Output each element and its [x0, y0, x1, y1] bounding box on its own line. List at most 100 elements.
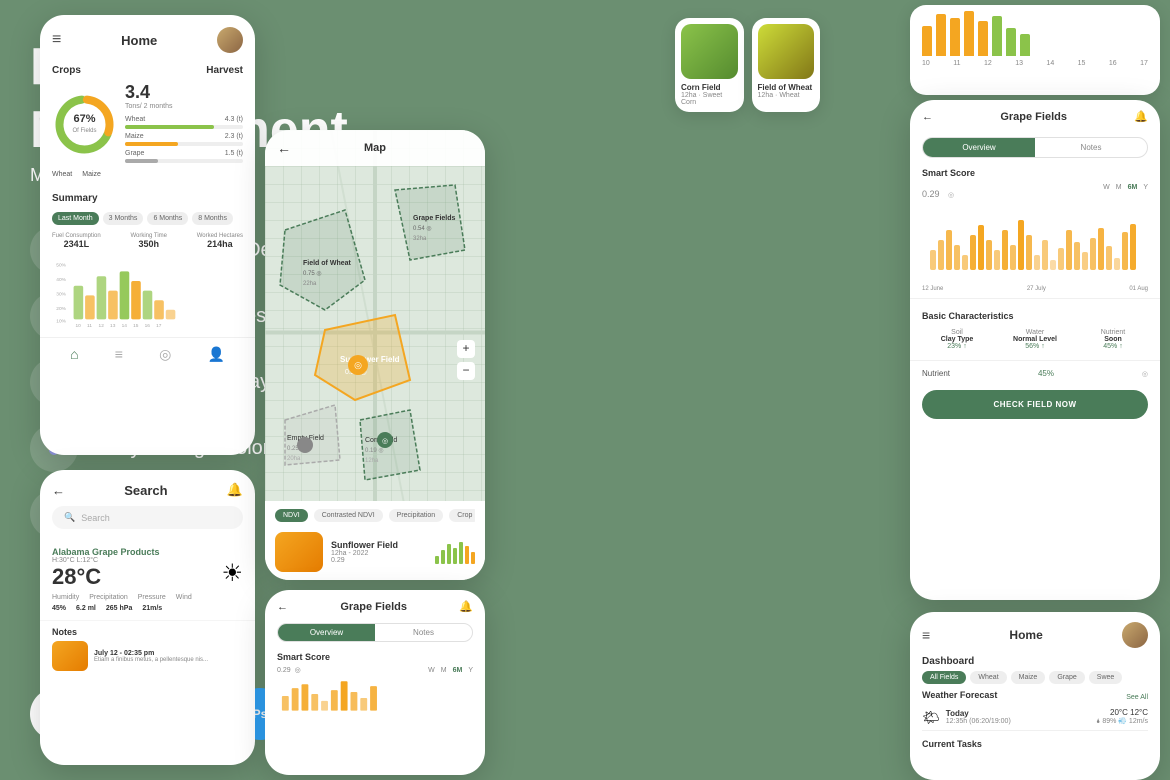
- tab-last-month[interactable]: Last Month: [52, 212, 99, 225]
- sunflower-info: Sunflower Field 12ha - 2022 0.29: [331, 540, 427, 564]
- mtab-ndvi[interactable]: NDVI: [275, 509, 308, 522]
- dashboard-menu-icon[interactable]: ≡: [922, 627, 930, 643]
- bell-icon[interactable]: 🔔: [227, 482, 243, 498]
- period-w[interactable]: W: [1103, 184, 1110, 191]
- filter-maize[interactable]: Maize: [1011, 671, 1046, 684]
- phone-search: ← Search 🔔 🔍 Search Alabama Grape Produc…: [40, 470, 255, 765]
- svg-text:20%: 20%: [56, 306, 66, 312]
- mtab-crop[interactable]: Crop: [449, 509, 475, 522]
- time-stat: Working Time 350h: [130, 233, 167, 249]
- pgb-period-w[interactable]: W: [428, 667, 435, 674]
- tab-3months[interactable]: 3 Months: [103, 212, 144, 225]
- phone-grape: ← Grape Fields 🔔 Overview Notes Smart Sc…: [910, 100, 1160, 600]
- tab-6months[interactable]: 6 Months: [147, 212, 188, 225]
- dashboard-avatar[interactable]: [1122, 622, 1148, 648]
- score-chart-svg: [922, 210, 1148, 280]
- grape-tab-overview[interactable]: Overview: [923, 138, 1035, 157]
- home-bar-chart: 50% 40% 30% 20% 10% 10 11 12 13 14 15 16…: [40, 253, 255, 333]
- pgb-period-tabs[interactable]: W M 6M Y: [428, 667, 473, 674]
- search-title: Search: [124, 483, 167, 498]
- summary-label: Summary: [40, 184, 255, 208]
- see-all-link[interactable]: See All: [1126, 694, 1148, 701]
- nutrient-value: 45%: [1038, 369, 1054, 378]
- grape-tab-notes[interactable]: Notes: [1035, 138, 1147, 157]
- period-6m[interactable]: 6M: [1128, 184, 1138, 191]
- wheat-thumb-title: Field of Wheat: [758, 83, 815, 92]
- period-m[interactable]: M: [1116, 184, 1122, 191]
- svg-text:0.19 ◎: 0.19 ◎: [365, 448, 384, 454]
- svg-text:67%: 67%: [73, 113, 95, 125]
- filter-swee[interactable]: Swee: [1089, 671, 1123, 684]
- search-bar[interactable]: 🔍 Search: [52, 506, 243, 529]
- pgb-tabs[interactable]: Overview Notes: [277, 623, 473, 642]
- weather-sun-icon: ☀: [221, 559, 243, 588]
- grape-bell-icon[interactable]: 🔔: [1134, 110, 1148, 123]
- pgb-period-y[interactable]: Y: [468, 667, 473, 674]
- filter-wheat[interactable]: Wheat: [970, 671, 1006, 684]
- nav-profile-icon[interactable]: 👤: [207, 346, 224, 363]
- grape-value: 1.5 (t): [225, 150, 243, 157]
- sunflower-name: Sunflower Field: [331, 540, 427, 550]
- pgb-period-6m[interactable]: 6M: [453, 667, 463, 674]
- dashboard-filters[interactable]: All Fields Wheat Maize Grape Swee: [910, 669, 1160, 686]
- pgb-back-icon[interactable]: ←: [277, 601, 288, 613]
- corn-thumb-sub: 12ha · Sweet Corn: [681, 92, 738, 106]
- pgb-tab-overview[interactable]: Overview: [278, 624, 375, 641]
- svg-text:17: 17: [156, 323, 162, 329]
- mtab-contrasted[interactable]: Contrasted NDVI: [314, 509, 383, 522]
- filter-grape[interactable]: Grape: [1049, 671, 1084, 684]
- period-tabs[interactable]: W M 6M Y: [1103, 184, 1148, 191]
- nutrient-label: Nutrient: [922, 369, 950, 378]
- grape-bar-row: Grape 1.5 (t): [125, 150, 243, 163]
- top-bar-chart-strip: 101112 131415 1617: [910, 5, 1160, 95]
- pgb-tab-notes[interactable]: Notes: [375, 624, 472, 641]
- pgb-score-row: 0.29 ◎ W M 6M Y: [265, 664, 485, 676]
- pgb-bell-icon[interactable]: 🔔: [459, 600, 473, 613]
- sunflower-dates: 12ha - 2022: [331, 550, 427, 557]
- maize-bar-row: Maize 2.3 (t): [125, 133, 243, 146]
- grape-back-icon[interactable]: ←: [922, 111, 933, 123]
- nav-location-icon[interactable]: ◎: [159, 346, 171, 363]
- weather-wind: 🌢 89% 💨 12m/s: [1096, 717, 1148, 726]
- smart-score-chart: [910, 206, 1160, 286]
- note-date: July 12 - 02:35 pm: [94, 650, 208, 657]
- grape-tabs[interactable]: Overview Notes: [922, 137, 1148, 158]
- map-filter-tabs[interactable]: NDVI Contrasted NDVI Precipitation Crop: [275, 509, 475, 526]
- svg-text:12ha: 12ha: [365, 458, 379, 464]
- hamburger-icon[interactable]: ≡: [52, 31, 61, 49]
- fuel-stat: Fuel Consumption 2341L: [52, 233, 101, 249]
- summary-tabs[interactable]: Last Month 3 Months 6 Months 8 Months: [40, 208, 255, 229]
- bar-10: [922, 26, 932, 56]
- map-header: ← Map: [265, 130, 485, 166]
- svg-text:10%: 10%: [56, 318, 66, 324]
- corn-thumb-title: Corn Field: [681, 83, 738, 92]
- weather-today-row: 🌤 Today 12:35h (06:20/19:00) 20°C 12°C 🌢…: [922, 704, 1148, 731]
- filter-all-fields[interactable]: All Fields: [922, 671, 966, 684]
- svg-text:10: 10: [76, 323, 82, 329]
- back-icon[interactable]: ←: [52, 483, 65, 498]
- maize-value: 2.3 (t): [225, 133, 243, 140]
- home-bottom-nav[interactable]: ⌂ ≡ ◎ 👤: [40, 337, 255, 371]
- map-back-icon[interactable]: ←: [277, 140, 291, 156]
- user-avatar[interactable]: [217, 27, 243, 53]
- check-field-button[interactable]: CHECK FIELD NOW: [922, 390, 1148, 419]
- humidity-val: 45%: [52, 605, 66, 612]
- location-name: Alabama Grape Products: [52, 547, 243, 557]
- wheat-label: Wheat: [125, 116, 145, 123]
- dashboard-header: ≡ Home: [910, 612, 1160, 652]
- note-item: July 12 - 02:35 pm Etiam a finibus metus…: [52, 641, 243, 671]
- basic-chars-title: Basic Characteristics: [910, 305, 1160, 323]
- period-y[interactable]: Y: [1143, 184, 1148, 191]
- nav-home-icon[interactable]: ⌂: [70, 346, 78, 363]
- harvest-stats: 3.4 Tons/ 2 months Wheat 4.3 (t) Maize 2…: [125, 82, 243, 167]
- maize-bar-fill: [125, 142, 178, 146]
- weather-time: 12:35h (06:20/19:00): [946, 718, 1011, 725]
- wheat-bar-fill: [125, 125, 214, 129]
- date-aug: 01 Aug: [1129, 286, 1148, 292]
- map-title: Map: [364, 142, 386, 154]
- tab-8months[interactable]: 8 Months: [192, 212, 233, 225]
- search-header: ← Search 🔔: [40, 470, 255, 506]
- mtab-precipitation[interactable]: Precipitation: [389, 509, 444, 522]
- pgb-period-m[interactable]: M: [441, 667, 447, 674]
- nav-menu-icon[interactable]: ≡: [115, 346, 123, 363]
